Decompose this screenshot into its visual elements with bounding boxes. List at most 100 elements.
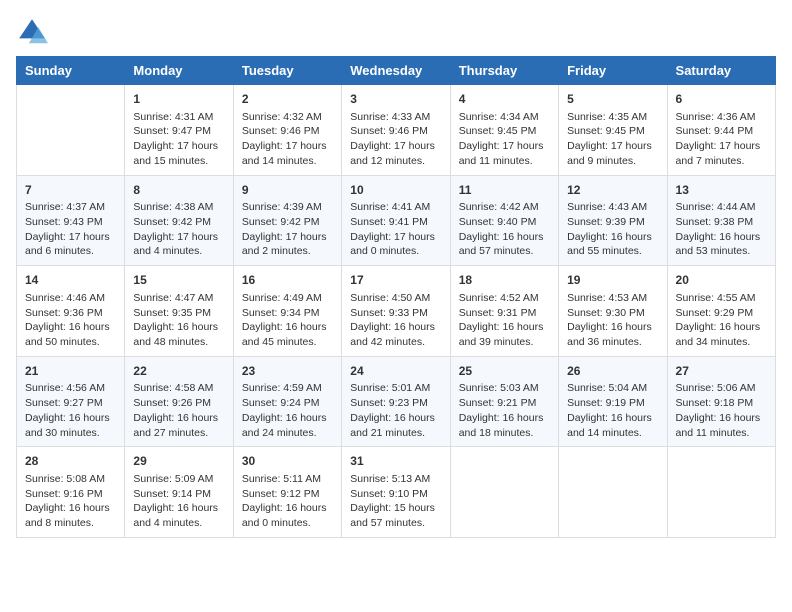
header-row: SundayMondayTuesdayWednesdayThursdayFrid… — [17, 57, 776, 85]
day-number: 25 — [459, 363, 550, 380]
col-header-friday: Friday — [559, 57, 667, 85]
day-info: Sunrise: 4:32 AM Sunset: 9:46 PM Dayligh… — [242, 110, 333, 169]
calendar-cell: 12 Sunrise: 4:43 AM Sunset: 9:39 PM Dayl… — [559, 175, 667, 266]
day-info: Sunrise: 4:44 AM Sunset: 9:38 PM Dayligh… — [676, 200, 767, 259]
calendar-cell: 2 Sunrise: 4:32 AM Sunset: 9:46 PM Dayli… — [233, 85, 341, 176]
page-header — [16, 16, 776, 48]
logo — [16, 16, 52, 48]
day-number: 2 — [242, 91, 333, 108]
calendar-cell — [17, 85, 125, 176]
calendar-cell: 20 Sunrise: 4:55 AM Sunset: 9:29 PM Dayl… — [667, 266, 775, 357]
day-info: Sunrise: 5:13 AM Sunset: 9:10 PM Dayligh… — [350, 472, 441, 531]
day-info: Sunrise: 4:59 AM Sunset: 9:24 PM Dayligh… — [242, 381, 333, 440]
calendar-cell: 3 Sunrise: 4:33 AM Sunset: 9:46 PM Dayli… — [342, 85, 450, 176]
day-info: Sunrise: 5:09 AM Sunset: 9:14 PM Dayligh… — [133, 472, 224, 531]
calendar-cell: 16 Sunrise: 4:49 AM Sunset: 9:34 PM Dayl… — [233, 266, 341, 357]
day-number: 21 — [25, 363, 116, 380]
col-header-monday: Monday — [125, 57, 233, 85]
day-info: Sunrise: 4:42 AM Sunset: 9:40 PM Dayligh… — [459, 200, 550, 259]
day-info: Sunrise: 4:34 AM Sunset: 9:45 PM Dayligh… — [459, 110, 550, 169]
logo-icon — [16, 16, 48, 48]
day-number: 11 — [459, 182, 550, 199]
day-number: 24 — [350, 363, 441, 380]
day-info: Sunrise: 4:47 AM Sunset: 9:35 PM Dayligh… — [133, 291, 224, 350]
week-row-3: 14 Sunrise: 4:46 AM Sunset: 9:36 PM Dayl… — [17, 266, 776, 357]
day-number: 27 — [676, 363, 767, 380]
day-number: 28 — [25, 453, 116, 470]
col-header-sunday: Sunday — [17, 57, 125, 85]
day-info: Sunrise: 4:46 AM Sunset: 9:36 PM Dayligh… — [25, 291, 116, 350]
day-info: Sunrise: 5:08 AM Sunset: 9:16 PM Dayligh… — [25, 472, 116, 531]
calendar-cell: 11 Sunrise: 4:42 AM Sunset: 9:40 PM Dayl… — [450, 175, 558, 266]
calendar-cell: 26 Sunrise: 5:04 AM Sunset: 9:19 PM Dayl… — [559, 356, 667, 447]
day-info: Sunrise: 5:06 AM Sunset: 9:18 PM Dayligh… — [676, 381, 767, 440]
day-number: 8 — [133, 182, 224, 199]
calendar-cell: 9 Sunrise: 4:39 AM Sunset: 9:42 PM Dayli… — [233, 175, 341, 266]
day-number: 15 — [133, 272, 224, 289]
calendar-cell: 22 Sunrise: 4:58 AM Sunset: 9:26 PM Dayl… — [125, 356, 233, 447]
day-info: Sunrise: 4:56 AM Sunset: 9:27 PM Dayligh… — [25, 381, 116, 440]
calendar-cell: 27 Sunrise: 5:06 AM Sunset: 9:18 PM Dayl… — [667, 356, 775, 447]
calendar-cell: 13 Sunrise: 4:44 AM Sunset: 9:38 PM Dayl… — [667, 175, 775, 266]
day-number: 19 — [567, 272, 658, 289]
day-info: Sunrise: 5:01 AM Sunset: 9:23 PM Dayligh… — [350, 381, 441, 440]
calendar-cell: 1 Sunrise: 4:31 AM Sunset: 9:47 PM Dayli… — [125, 85, 233, 176]
day-info: Sunrise: 5:03 AM Sunset: 9:21 PM Dayligh… — [459, 381, 550, 440]
calendar-cell: 21 Sunrise: 4:56 AM Sunset: 9:27 PM Dayl… — [17, 356, 125, 447]
day-number: 20 — [676, 272, 767, 289]
calendar-cell: 30 Sunrise: 5:11 AM Sunset: 9:12 PM Dayl… — [233, 447, 341, 538]
day-number: 12 — [567, 182, 658, 199]
calendar-cell: 29 Sunrise: 5:09 AM Sunset: 9:14 PM Dayl… — [125, 447, 233, 538]
calendar-cell: 5 Sunrise: 4:35 AM Sunset: 9:45 PM Dayli… — [559, 85, 667, 176]
day-number: 4 — [459, 91, 550, 108]
calendar-cell: 23 Sunrise: 4:59 AM Sunset: 9:24 PM Dayl… — [233, 356, 341, 447]
calendar-cell — [559, 447, 667, 538]
day-number: 26 — [567, 363, 658, 380]
calendar-cell: 25 Sunrise: 5:03 AM Sunset: 9:21 PM Dayl… — [450, 356, 558, 447]
calendar-cell: 24 Sunrise: 5:01 AM Sunset: 9:23 PM Dayl… — [342, 356, 450, 447]
calendar-cell: 15 Sunrise: 4:47 AM Sunset: 9:35 PM Dayl… — [125, 266, 233, 357]
col-header-saturday: Saturday — [667, 57, 775, 85]
day-info: Sunrise: 4:50 AM Sunset: 9:33 PM Dayligh… — [350, 291, 441, 350]
day-info: Sunrise: 4:39 AM Sunset: 9:42 PM Dayligh… — [242, 200, 333, 259]
day-info: Sunrise: 4:41 AM Sunset: 9:41 PM Dayligh… — [350, 200, 441, 259]
week-row-5: 28 Sunrise: 5:08 AM Sunset: 9:16 PM Dayl… — [17, 447, 776, 538]
calendar-table: SundayMondayTuesdayWednesdayThursdayFrid… — [16, 56, 776, 538]
day-info: Sunrise: 4:35 AM Sunset: 9:45 PM Dayligh… — [567, 110, 658, 169]
calendar-cell: 19 Sunrise: 4:53 AM Sunset: 9:30 PM Dayl… — [559, 266, 667, 357]
day-number: 18 — [459, 272, 550, 289]
day-info: Sunrise: 4:55 AM Sunset: 9:29 PM Dayligh… — [676, 291, 767, 350]
day-number: 9 — [242, 182, 333, 199]
day-number: 13 — [676, 182, 767, 199]
calendar-cell — [667, 447, 775, 538]
day-info: Sunrise: 4:38 AM Sunset: 9:42 PM Dayligh… — [133, 200, 224, 259]
calendar-cell: 28 Sunrise: 5:08 AM Sunset: 9:16 PM Dayl… — [17, 447, 125, 538]
week-row-4: 21 Sunrise: 4:56 AM Sunset: 9:27 PM Dayl… — [17, 356, 776, 447]
day-info: Sunrise: 4:58 AM Sunset: 9:26 PM Dayligh… — [133, 381, 224, 440]
week-row-1: 1 Sunrise: 4:31 AM Sunset: 9:47 PM Dayli… — [17, 85, 776, 176]
calendar-cell — [450, 447, 558, 538]
calendar-cell: 31 Sunrise: 5:13 AM Sunset: 9:10 PM Dayl… — [342, 447, 450, 538]
day-number: 1 — [133, 91, 224, 108]
day-number: 17 — [350, 272, 441, 289]
calendar-cell: 7 Sunrise: 4:37 AM Sunset: 9:43 PM Dayli… — [17, 175, 125, 266]
day-info: Sunrise: 4:53 AM Sunset: 9:30 PM Dayligh… — [567, 291, 658, 350]
week-row-2: 7 Sunrise: 4:37 AM Sunset: 9:43 PM Dayli… — [17, 175, 776, 266]
calendar-cell: 8 Sunrise: 4:38 AM Sunset: 9:42 PM Dayli… — [125, 175, 233, 266]
day-info: Sunrise: 5:11 AM Sunset: 9:12 PM Dayligh… — [242, 472, 333, 531]
day-number: 3 — [350, 91, 441, 108]
calendar-cell: 6 Sunrise: 4:36 AM Sunset: 9:44 PM Dayli… — [667, 85, 775, 176]
day-info: Sunrise: 4:33 AM Sunset: 9:46 PM Dayligh… — [350, 110, 441, 169]
day-number: 29 — [133, 453, 224, 470]
day-info: Sunrise: 4:49 AM Sunset: 9:34 PM Dayligh… — [242, 291, 333, 350]
day-number: 31 — [350, 453, 441, 470]
col-header-wednesday: Wednesday — [342, 57, 450, 85]
day-number: 5 — [567, 91, 658, 108]
day-number: 16 — [242, 272, 333, 289]
day-info: Sunrise: 5:04 AM Sunset: 9:19 PM Dayligh… — [567, 381, 658, 440]
day-number: 7 — [25, 182, 116, 199]
day-info: Sunrise: 4:37 AM Sunset: 9:43 PM Dayligh… — [25, 200, 116, 259]
day-number: 10 — [350, 182, 441, 199]
day-info: Sunrise: 4:43 AM Sunset: 9:39 PM Dayligh… — [567, 200, 658, 259]
calendar-cell: 18 Sunrise: 4:52 AM Sunset: 9:31 PM Dayl… — [450, 266, 558, 357]
